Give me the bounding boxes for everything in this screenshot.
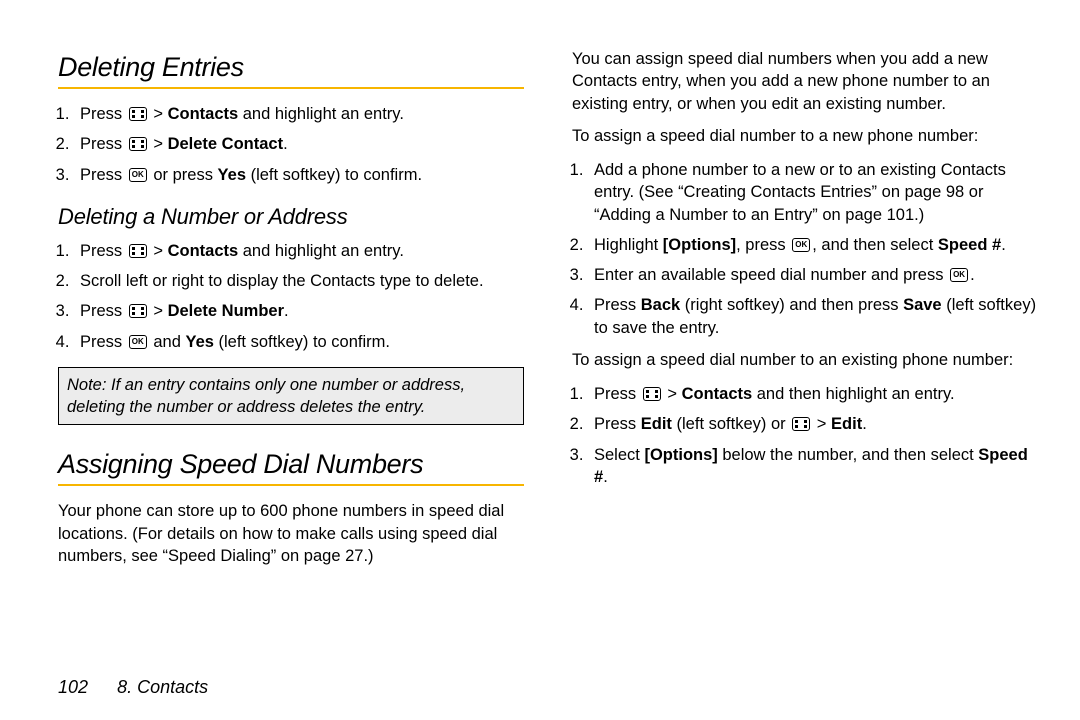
deleting-number-steps: Press > Contacts and highlight an entry.… <box>58 240 524 353</box>
list-item: Press or press Yes (left softkey) to con… <box>74 164 524 186</box>
left-column: Deleting Entries Press > Contacts and hi… <box>58 48 524 720</box>
procedure-lead-existing: To assign a speed dial number to an exis… <box>572 349 1038 371</box>
right-column: You can assign speed dial numbers when y… <box>572 48 1038 720</box>
list-item: Press and Yes (left softkey) to confirm. <box>74 331 524 353</box>
ok-key-icon <box>950 268 968 282</box>
menu-key-icon <box>129 137 147 151</box>
list-item: Press > Delete Contact. <box>74 133 524 155</box>
list-item: Add a phone number to a new or to an exi… <box>588 159 1038 226</box>
ok-key-icon <box>129 335 147 349</box>
page-footer: 102 8. Contacts <box>58 677 208 698</box>
list-item: Press > Contacts and highlight an entry. <box>74 103 524 125</box>
speed-dial-description: You can assign speed dial numbers when y… <box>572 48 1038 115</box>
list-item: Press > Contacts and then highlight an e… <box>588 383 1038 405</box>
list-item: Press Edit (left softkey) or > Edit. <box>588 413 1038 435</box>
manual-page: Deleting Entries Press > Contacts and hi… <box>0 0 1080 720</box>
list-item: Highlight [Options], press , and then se… <box>588 234 1038 256</box>
menu-key-icon <box>792 417 810 431</box>
speed-dial-intro: Your phone can store up to 600 phone num… <box>58 500 524 567</box>
menu-key-icon <box>129 107 147 121</box>
menu-key-icon <box>129 304 147 318</box>
list-item: Press Back (right softkey) and then pres… <box>588 294 1038 339</box>
heading-deleting-entries: Deleting Entries <box>58 52 524 83</box>
ok-key-icon <box>129 168 147 182</box>
heading-speed-dial: Assigning Speed Dial Numbers <box>58 449 524 480</box>
new-number-steps: Add a phone number to a new or to an exi… <box>572 159 1038 339</box>
page-number: 102 <box>58 677 88 697</box>
list-item: Press > Contacts and highlight an entry. <box>74 240 524 262</box>
note-box: Note: If an entry contains only one numb… <box>58 367 524 426</box>
existing-number-steps: Press > Contacts and then highlight an e… <box>572 383 1038 488</box>
rule <box>58 87 524 89</box>
chapter-label: 8. Contacts <box>117 677 208 697</box>
list-item: Scroll left or right to display the Cont… <box>74 270 524 292</box>
rule <box>58 484 524 486</box>
list-item: Enter an available speed dial number and… <box>588 264 1038 286</box>
note-label: Note: <box>67 376 106 394</box>
heading-deleting-number: Deleting a Number or Address <box>58 204 524 230</box>
menu-key-icon <box>643 387 661 401</box>
procedure-lead-new: To assign a speed dial number to a new p… <box>572 125 1038 147</box>
note-body: If an entry contains only one number or … <box>67 376 465 416</box>
menu-key-icon <box>129 244 147 258</box>
list-item: Select [Options] below the number, and t… <box>588 444 1038 489</box>
columns: Deleting Entries Press > Contacts and hi… <box>58 48 1038 720</box>
deleting-entries-steps: Press > Contacts and highlight an entry.… <box>58 103 524 186</box>
ok-key-icon <box>792 238 810 252</box>
list-item: Press > Delete Number. <box>74 300 524 322</box>
